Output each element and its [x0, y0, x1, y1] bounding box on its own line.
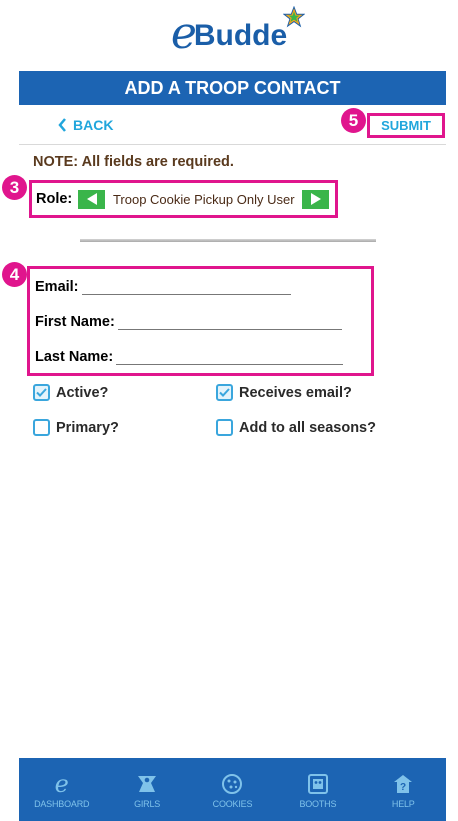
chevron-left-icon — [58, 118, 66, 132]
tab-cookies[interactable]: COOKIES — [192, 771, 272, 809]
header-divider — [19, 144, 446, 145]
arrow-left-icon — [86, 193, 97, 205]
tab-girls[interactable]: GIRLS — [107, 771, 187, 809]
add-to-all-seasons-label: Add to all seasons? — [239, 419, 376, 436]
last-name-label: Last Name: — [35, 349, 114, 365]
last-name-row: Last Name: — [35, 349, 344, 365]
back-label: BACK — [73, 117, 114, 133]
star-icon — [283, 6, 306, 28]
receives-email-checkbox[interactable]: Receives email? — [216, 384, 352, 401]
section-divider — [80, 239, 376, 242]
step-badge-role: 3 — [2, 175, 27, 200]
email-row: Email: — [35, 279, 291, 295]
checkbox-checked-icon — [216, 384, 233, 401]
tab-booths[interactable]: BOOTHS — [278, 771, 358, 809]
receives-email-label: Receives email? — [239, 384, 352, 401]
svg-text:?: ? — [400, 782, 406, 793]
first-name-row: First Name: — [35, 314, 342, 330]
required-note: NOTE: All fields are required. — [33, 154, 234, 170]
role-selector: Role: Troop Cookie Pickup Only User — [29, 180, 338, 218]
role-next-button[interactable] — [302, 189, 330, 209]
submit-highlight: SUBMIT — [367, 113, 445, 138]
step-badge-submit: 5 — [341, 108, 366, 133]
cookie-icon — [221, 771, 243, 797]
dashboard-e-glyph: e — [54, 769, 69, 798]
checkbox-checked-icon — [33, 384, 50, 401]
checkbox-unchecked-icon — [216, 419, 233, 436]
active-label: Active? — [56, 384, 109, 401]
ebudde-logo: e Budde — [0, 6, 458, 62]
first-name-field[interactable] — [117, 314, 342, 330]
booth-icon — [307, 771, 329, 797]
email-label: Email: — [35, 279, 79, 295]
back-button[interactable]: BACK — [58, 117, 113, 133]
last-name-field[interactable] — [116, 349, 344, 365]
tab-dashboard[interactable]: e DASHBOARD — [22, 771, 102, 809]
tab-label: COOKIES — [212, 798, 253, 809]
logo-text: Budde — [193, 19, 288, 52]
girl-icon — [136, 771, 158, 797]
primary-label: Primary? — [56, 419, 119, 436]
bottom-tab-bar: e DASHBOARD GIRLS COOKIES BOOTHS ? HELP — [19, 758, 446, 821]
arrow-right-icon — [310, 193, 321, 205]
step-badge-fields: 4 — [2, 262, 27, 287]
checkbox-unchecked-icon — [33, 419, 50, 436]
submit-button[interactable]: SUBMIT — [381, 118, 431, 133]
tab-help[interactable]: ? HELP — [363, 771, 443, 809]
page-title: ADD A TROOP CONTACT — [19, 71, 446, 105]
add-to-all-seasons-checkbox[interactable]: Add to all seasons? — [216, 419, 376, 436]
contact-fields-group: Email: First Name: Last Name: — [27, 266, 374, 376]
tab-label: BOOTHS — [299, 798, 337, 809]
help-icon: ? — [392, 771, 414, 797]
tab-label: GIRLS — [134, 798, 161, 809]
role-value: Troop Cookie Pickup Only User — [112, 191, 295, 207]
role-prev-button[interactable] — [78, 189, 106, 209]
active-checkbox[interactable]: Active? — [33, 384, 108, 401]
first-name-label: First Name: — [35, 314, 115, 330]
email-field[interactable] — [81, 279, 291, 295]
tab-label: HELP — [391, 798, 415, 809]
primary-checkbox[interactable]: Primary? — [33, 419, 119, 436]
tab-label: DASHBOARD — [34, 798, 90, 809]
ebudde-e-icon: e — [55, 771, 69, 797]
role-label: Role: — [36, 191, 73, 207]
